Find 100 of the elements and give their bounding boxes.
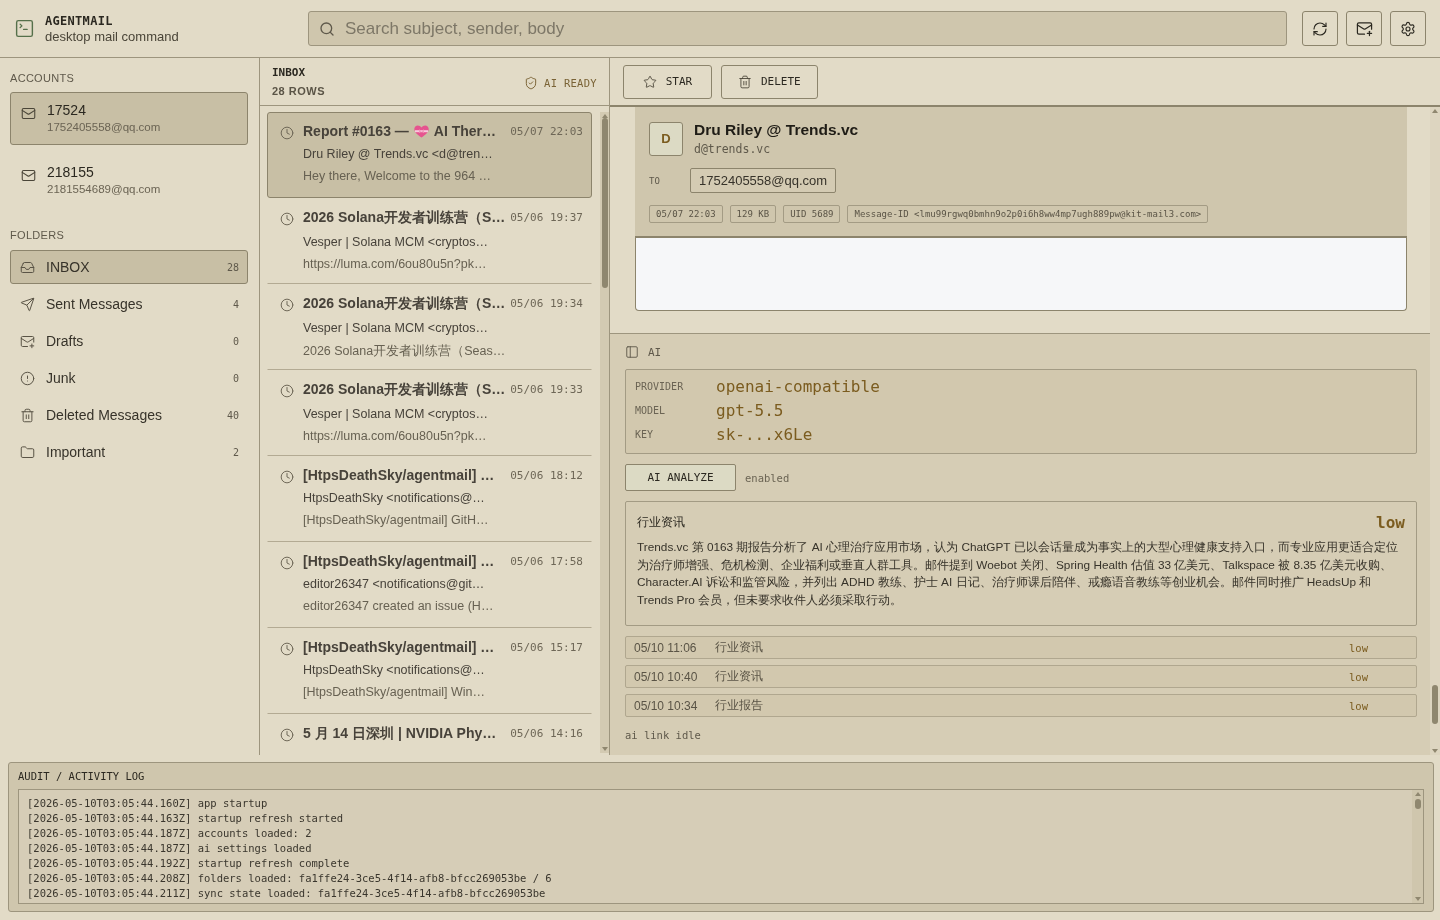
terminal-icon <box>14 18 35 39</box>
setting-value: openai-compatible <box>716 376 881 398</box>
inbox-icon <box>20 259 35 275</box>
message-item[interactable]: 2026 Solana开发者训练营（S… Vesper | Solana MCM <cryptos… 2026 Solana开发者训练营（Seas… 05/06 19:34 <box>267 284 592 370</box>
history-row[interactable]: 05/10 11:06 行业资讯 low <box>625 636 1417 659</box>
history-time: 05/10 10:40 <box>634 669 699 684</box>
setting-label: PROVIDER <box>635 380 685 394</box>
scrollbar[interactable] <box>1430 107 1440 755</box>
log-line: [2026-05-10T03:05:44.187Z] accounts loaded: 2 <box>27 826 313 841</box>
subject-text: [HtpsDeathSky/agentmail] … <box>303 639 495 655</box>
message-item[interactable]: 2026 Solana开发者训练营（S… Vesper | Solana MCM <cryptos… https://luma.com/6ou80u5n?pk… 05/06 19:37 <box>267 198 592 284</box>
envelope-icon <box>21 106 36 121</box>
summary-text: Trends.vc 第 0163 期报告分析了 AI 心理治疗应用市场，认为 ChatGPT 已以会话量成为事实上的大型心理健康支持入口，而专业应用更适合定位为治疗师增强、危机检测、企业福利或垂直人群工具。邮件提到 Woebot 关闭、Spring Health 估值 33 亿美元、Talkspace 被 8.35 亿美元收购、Character.AI 诉讼和监管风险，并列出 ADHD 教练、护士 AI 日记、治疗师课后陪伴、戒瘾语音教练等创业机会。邮件同时推广 HeadsUp 和 Trends Pro 会员，但未要求收件人必须采取行动。 <box>637 539 1399 609</box>
clock-icon <box>280 126 294 140</box>
settings-button[interactable] <box>1390 11 1426 46</box>
history-time: 05/10 11:06 <box>634 640 698 655</box>
setting-value: sk-...x6Le <box>716 424 814 446</box>
setting-label: KEY <box>635 428 655 442</box>
subject-text: 5 月 14 日深圳 | NVIDIA Phy… <box>303 725 497 743</box>
history-category: 行业资讯 <box>715 639 763 656</box>
sender-text: Vesper | Solana MCM <cryptos… <box>303 321 489 335</box>
avatar: D <box>649 121 683 156</box>
preview-text: [HtpsDeathSky/agentmail] Win… <box>303 685 486 699</box>
subject-text: 2026 Solana开发者训练营（S… <box>303 381 506 399</box>
sender-text: HtpsDeathSky <notifications@… <box>303 663 486 677</box>
delete-button[interactable]: DELETE <box>721 64 818 99</box>
alert-circle-icon <box>20 370 35 386</box>
sender-text: Vesper | Solana MCM <cryptos… <box>303 235 489 249</box>
scrollbar[interactable] <box>1412 790 1423 903</box>
sender-text: Dru Riley @ Trends.vc <d@tren… <box>303 147 494 161</box>
folder-item[interactable]: INBOX 28 <box>10 250 248 284</box>
folder-item[interactable]: Sent Messages 4 <box>10 287 248 321</box>
message-item[interactable]: Report #0163 — AI Ther… Dru Riley @ Trends.vc <d@tren… Hey there, Welcome to the 964 … 05/07 22:03 <box>267 112 592 198</box>
scrollbar[interactable] <box>600 112 609 753</box>
preview-text: Hey there, Welcome to the 964 … <box>303 169 493 183</box>
folder-count: 40 <box>226 409 239 421</box>
ai-analyze-button[interactable]: AI ANALYZE <box>625 464 736 491</box>
folder-item[interactable]: Junk 0 <box>10 361 248 395</box>
history-category: 行业报告 <box>715 697 763 714</box>
subject-text: Report #0163 — <box>303 123 409 139</box>
clock-icon <box>280 728 294 742</box>
shield-check-icon <box>524 75 538 90</box>
envelope-plus-icon <box>1355 20 1373 37</box>
log-line: [2026-05-10T03:05:44.160Z] app startup <box>27 796 269 811</box>
folder-count: 28 <box>226 261 239 273</box>
clock-icon <box>280 556 294 570</box>
message-item[interactable]: [HtpsDeathSky/agentmail] … editor26347 <notifications@git… editor26347 created an issue (H… 05/06 17:58 <box>267 542 592 628</box>
list-title: INBOX <box>272 66 307 79</box>
search-icon <box>319 21 335 37</box>
clock-icon <box>280 384 294 398</box>
history-row[interactable]: 05/10 10:34 行业报告 low <box>625 694 1417 717</box>
message-item[interactable]: 2026 Solana开发者训练营（S… Vesper | Solana MCM <cryptos… https://luma.com/6ou80u5n?pk… 05/06 19:33 <box>267 370 592 456</box>
envelope-plus-icon <box>20 333 35 349</box>
history-priority: low <box>1349 699 1368 712</box>
date-text: 05/06 15:17 <box>510 640 583 654</box>
sender-text: editor26347 <notifications@git… <box>303 577 486 591</box>
history-time: 05/10 10:34 <box>634 698 699 713</box>
status-text: enabled <box>745 471 790 484</box>
sender-text: HtpsDeathSky <notifications@… <box>303 491 486 505</box>
meta-chip: 129 KB <box>729 205 777 223</box>
section-title: AI <box>648 345 662 359</box>
refresh-button[interactable] <box>1302 11 1338 46</box>
sender-name: Dru Riley @ Trends.vc <box>694 121 859 139</box>
field-label: TO <box>649 175 661 186</box>
folder-count: 0 <box>232 372 239 384</box>
message-item[interactable]: [HtpsDeathSky/agentmail] … HtpsDeathSky <notifications@… [HtpsDeathSky/agentmail] GitH… 05/06 18:12 <box>267 456 592 542</box>
row-count: 28 ROWS <box>272 85 325 97</box>
folder-count: 2 <box>232 446 239 458</box>
account-item[interactable]: 17524 1752405558@qq.com <box>10 92 248 145</box>
date-text: 05/06 14:16 <box>510 726 583 740</box>
date-text: 05/06 19:37 <box>510 210 583 224</box>
clock-icon <box>280 212 294 226</box>
compose-button[interactable] <box>1346 11 1382 46</box>
account-name: 17524 <box>47 102 87 118</box>
account-email: 1752405558@qq.com <box>47 121 161 133</box>
search-field[interactable]: Search subject, sender, body <box>308 11 1287 46</box>
section-label: ACCOUNTS <box>10 72 76 84</box>
date-text: 05/06 18:12 <box>510 468 583 482</box>
message-item[interactable]: [HtpsDeathSky/agentmail] … HtpsDeathSky <notifications@… [HtpsDeathSky/agentmail] Win… 05/06 15:17 <box>267 628 592 714</box>
app-title: AGENTMAIL <box>45 13 114 28</box>
date-text: 05/07 22:03 <box>510 124 583 138</box>
folder-item[interactable]: Deleted Messages 40 <box>10 398 248 432</box>
clock-icon <box>280 642 294 656</box>
panel-icon <box>625 345 639 359</box>
folder-count: 4 <box>232 298 239 310</box>
panel-title: AUDIT / ACTIVITY LOG <box>17 769 146 784</box>
folder-item[interactable]: Important 2 <box>10 435 248 469</box>
date-text: 05/06 17:58 <box>510 554 583 568</box>
history-row[interactable]: 05/10 10:40 行业资讯 low <box>625 665 1417 688</box>
refresh-icon <box>1312 20 1328 37</box>
star-button[interactable]: STAR <box>623 64 712 99</box>
ai-status: AI READY <box>544 76 597 89</box>
folder-item[interactable]: Drafts 0 <box>10 324 248 358</box>
star-icon <box>642 74 657 89</box>
envelope-icon <box>21 168 36 183</box>
setting-value: gpt-5.5 <box>716 400 785 422</box>
log-line: [2026-05-10T03:05:44.187Z] ai settings loaded <box>27 841 313 856</box>
log-line: [2026-05-10T03:05:44.192Z] startup refresh complete <box>27 856 351 871</box>
account-item[interactable]: 218155 2181554689@qq.com <box>10 154 248 207</box>
preview-text: editor26347 created an issue (H… <box>303 599 495 613</box>
